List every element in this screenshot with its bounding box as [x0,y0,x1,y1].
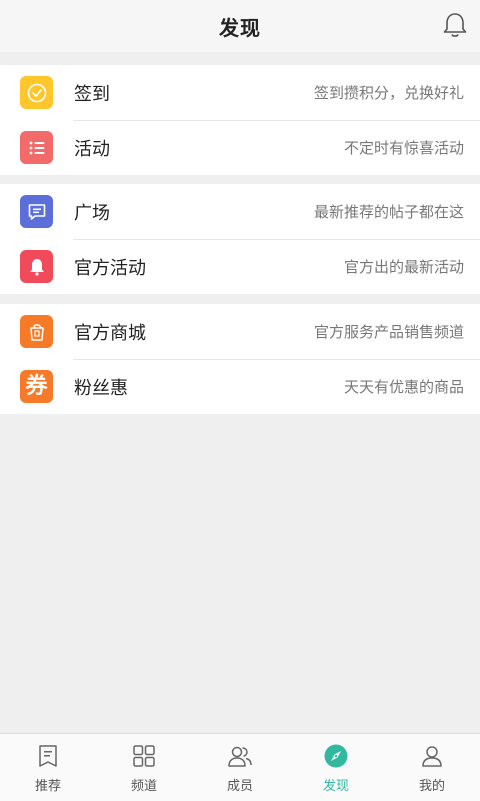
user-icon [422,746,442,767]
members-icon [228,746,252,767]
menu-item-label: 签到 [74,83,110,105]
shopping-bag-icon [20,315,53,348]
chat-icon [20,195,53,228]
menu-item-activities[interactable]: 活动 不定时有惊喜活动 [0,120,480,175]
menu-item-description: 天天有优惠的商品 [343,378,464,396]
coupon-icon: 券 [20,370,53,403]
tab-label: 推荐 [34,779,61,794]
menu-group-1: 签到 签到攒积分，兑换好礼 活动 不定时有惊喜活动 [0,65,480,175]
menu-group-3: 官方商城 官方服务产品销售频道 券 粉丝惠 天天有优惠的商品 [0,304,480,414]
bottom-tab-bar: 推荐 频道 成员 发现 我的 [0,733,480,801]
menu-item-description: 最新推荐的帖子都在这 [313,203,464,221]
menu-item-description: 签到攒积分，兑换好礼 [313,84,464,102]
grid-icon [133,745,155,767]
menu-item-official-store[interactable]: 官方商城 官方服务产品销售频道 [0,304,480,359]
menu-item-description: 不定时有惊喜活动 [343,139,464,157]
notification-bell-icon[interactable] [440,10,470,40]
tab-label: 我的 [418,779,445,794]
tab-label: 频道 [130,779,157,794]
list-icon [20,131,53,164]
menu-item-label: 粉丝惠 [74,377,128,399]
bookmark-icon [39,745,57,767]
tab-label: 成员 [226,779,253,794]
compass-icon [324,744,348,768]
tab-label: 发现 [322,779,349,794]
menu-item-label: 活动 [74,138,110,160]
tab-discover[interactable]: 发现 [288,734,384,801]
tab-mine[interactable]: 我的 [384,734,480,801]
menu-item-label: 官方商城 [74,322,146,344]
check-circle-icon [20,76,53,109]
menu-item-official-activities[interactable]: 官方活动 官方出的最新活动 [0,239,480,294]
menu-item-checkin[interactable]: 签到 签到攒积分，兑换好礼 [0,65,480,120]
menu-item-square[interactable]: 广场 最新推荐的帖子都在这 [0,184,480,239]
tab-channels[interactable]: 频道 [96,734,192,801]
menu-item-label: 官方活动 [74,257,146,279]
menu-item-label: 广场 [74,202,110,224]
header-bar: 发现 [0,0,480,52]
bell-icon [20,250,53,283]
menu-item-description: 官方服务产品销售频道 [313,323,464,341]
tab-recommend[interactable]: 推荐 [0,734,96,801]
menu-group-2: 广场 最新推荐的帖子都在这 官方活动 官方出的最新活动 [0,184,480,294]
tab-members[interactable]: 成员 [192,734,288,801]
page-title: 发现 [219,15,261,40]
menu-item-fan-deals[interactable]: 券 粉丝惠 天天有优惠的商品 [0,359,480,414]
menu-item-description: 官方出的最新活动 [343,258,464,276]
